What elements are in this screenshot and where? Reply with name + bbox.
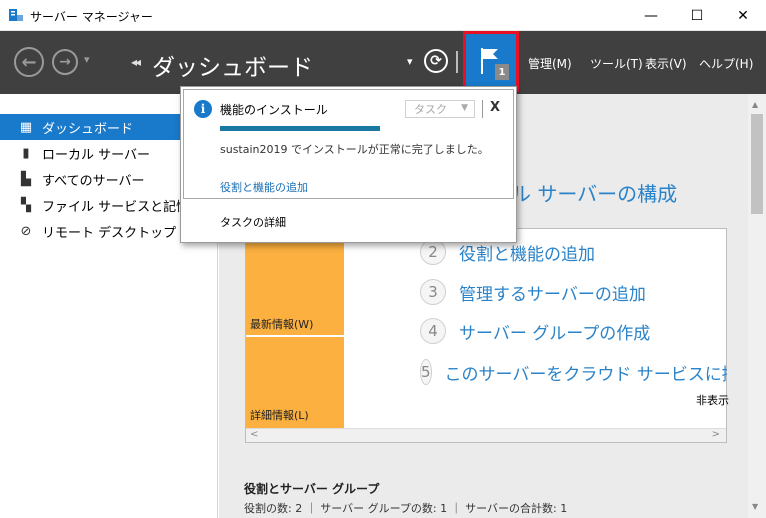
step-label: サーバー グループの作成 — [459, 323, 651, 344]
notification-message: sustain2019 でインストールが正常に完了しました。 — [220, 143, 489, 156]
install-progress-bar — [220, 126, 380, 131]
remote-desktop-icon: ⊘ — [20, 223, 32, 239]
close-button[interactable]: ✕ — [720, 0, 766, 31]
close-icon: ✕ — [737, 7, 749, 24]
maximize-icon: ☐ — [690, 7, 704, 24]
refresh-icon: ⟳ — [430, 53, 442, 69]
notifications-flag-button[interactable]: 1 — [466, 34, 516, 89]
sidebar-item-label: ローカル サーバー — [42, 147, 151, 163]
menu-view[interactable]: 表示(V) — [645, 55, 687, 72]
minimize-button[interactable]: — — [628, 0, 674, 31]
file-services-icon: ▚ — [21, 197, 31, 213]
notification-count-badge: 1 — [495, 64, 509, 80]
scroll-right-icon[interactable]: > — [712, 429, 720, 440]
info-icon: i — [194, 100, 212, 118]
roles-stats: 役割の数: 2 ｜ サーバー グループの数: 1 ｜ サーバーの合計数: 1 — [244, 502, 568, 515]
menu-help[interactable]: ヘルプ(H) — [699, 55, 753, 72]
whats-new-tile[interactable]: 最新情報(W) — [246, 229, 344, 335]
menu-manage[interactable]: 管理(M) — [528, 55, 572, 72]
server-icon: ▮ — [22, 145, 30, 161]
hide-link[interactable]: 非表示 — [696, 392, 729, 408]
whats-new-label: 最新情報(W) — [250, 318, 314, 331]
notification-title: 機能のインストール — [220, 103, 328, 117]
sidebar-item-label: すべてのサーバー — [42, 173, 145, 189]
minimize-icon: — — [644, 7, 658, 24]
task-dropdown[interactable]: タスク ▼ — [405, 100, 475, 118]
task-details-link[interactable]: タスクの詳細 — [220, 214, 286, 230]
toolbar-separator — [456, 51, 458, 73]
horizontal-scrollbar[interactable]: < > — [246, 428, 726, 442]
scroll-down-icon[interactable]: ▼ — [752, 502, 758, 511]
step-label: 役割と機能の追加 — [459, 244, 595, 265]
scroll-up-icon[interactable]: ▲ — [752, 100, 758, 109]
add-roles-features-link[interactable]: 役割と機能の追加 — [220, 179, 308, 195]
learn-more-label: 詳細情報(L) — [250, 409, 309, 422]
step-connect-cloud[interactable]: 5 このサーバーをクラウド サービスに接続す — [420, 359, 727, 385]
step-number: 3 — [420, 279, 446, 305]
refresh-button[interactable]: ⟳ — [424, 49, 448, 73]
step-label: 管理するサーバーの追加 — [459, 284, 646, 305]
vertical-scrollbar[interactable]: ▲ ▼ — [748, 94, 766, 518]
maximize-button[interactable]: ☐ — [674, 0, 720, 31]
popup-separator — [482, 100, 483, 118]
breadcrumb-dropdown-icon[interactable]: ▾ — [407, 55, 413, 68]
servers-icon: ▙ — [21, 171, 31, 187]
sidebar-item-label: ダッシュボード — [42, 121, 134, 137]
title-bar: サーバー マネージャー — ☐ ✕ — [0, 0, 766, 31]
step-create-group[interactable]: 4 サーバー グループの作成 — [420, 318, 650, 344]
forward-button[interactable]: → — [52, 49, 78, 75]
dismiss-notification-button[interactable]: X — [490, 100, 500, 115]
learn-more-tile[interactable]: 詳細情報(L) — [246, 337, 344, 428]
forward-arrow-icon: → — [59, 54, 71, 70]
back-arrow-icon: ← — [21, 51, 37, 73]
step-number: 4 — [420, 318, 446, 344]
back-button[interactable]: ← — [14, 47, 44, 77]
step-number: 5 — [420, 359, 432, 385]
dashboard-icon: ▦ — [19, 119, 33, 135]
menu-tools[interactable]: ツール(T) — [590, 55, 643, 72]
toolbar: ← → ▾ ◂◂ ダッシュボード ▾ ⟳ 1 管理(M) ツール(T) 表示(V… — [0, 31, 766, 94]
step-add-servers[interactable]: 3 管理するサーバーの追加 — [420, 279, 646, 305]
breadcrumb-arrows-icon: ◂◂ — [131, 55, 141, 69]
scroll-left-icon[interactable]: < — [250, 429, 258, 440]
server-manager-icon — [9, 9, 23, 21]
step-label: このサーバーをクラウド サービスに接続す — [444, 364, 727, 385]
roles-section-title: 役割とサーバー グループ — [244, 482, 380, 496]
configure-server-heading: ル サーバーの構成 — [511, 182, 678, 206]
window-title: サーバー マネージャー — [30, 10, 153, 24]
task-dropdown-label: タスク — [414, 103, 447, 116]
scrollbar-thumb[interactable] — [751, 114, 763, 214]
history-dropdown-icon[interactable]: ▾ — [84, 53, 90, 66]
page-title: ダッシュボード — [152, 55, 313, 81]
chevron-down-icon: ▼ — [461, 103, 468, 113]
